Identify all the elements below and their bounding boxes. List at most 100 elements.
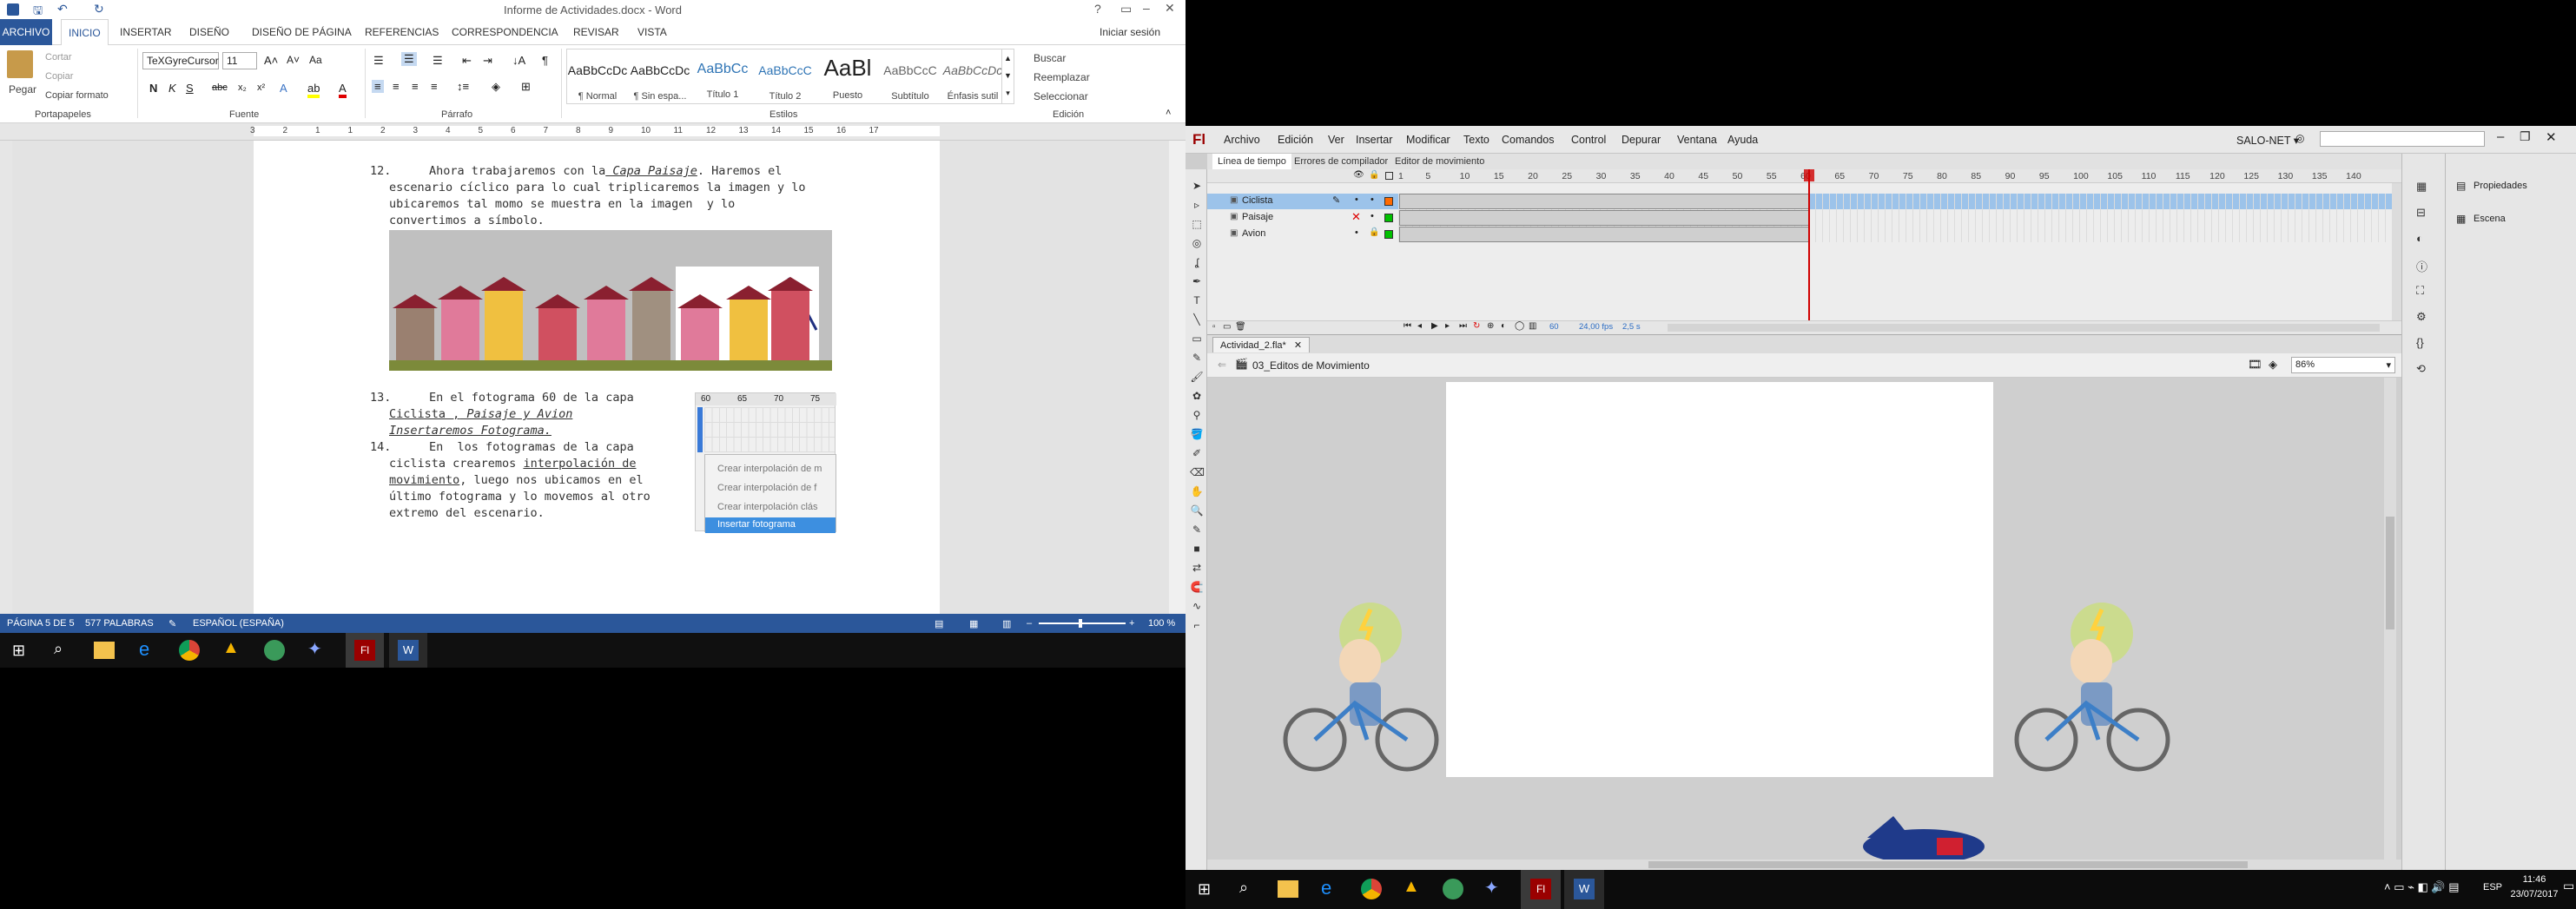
code-snippets-icon[interactable]: {} — [2416, 336, 2424, 349]
cut-button[interactable]: Cortar — [45, 52, 72, 63]
search-icon[interactable]: ⌕ — [54, 640, 63, 658]
style-normal[interactable]: AaBbCcDc ¶ Normal — [567, 55, 628, 107]
back-arrow-icon[interactable]: ⇐ — [1218, 359, 1226, 371]
stage-h-thumb[interactable] — [1648, 861, 2248, 868]
grow-font-icon[interactable]: A˄ — [264, 54, 278, 67]
tab-timeline[interactable]: Línea de tiempo — [1212, 154, 1291, 169]
menu-item-classic-tween[interactable]: Crear interpolación clás — [717, 502, 818, 512]
playhead[interactable] — [1808, 169, 1810, 334]
hand-icon[interactable]: ✋ — [1190, 485, 1204, 497]
align-icon[interactable]: ⊟ — [2416, 206, 2426, 220]
tray-icons[interactable]: ˄ ▭ ⌁ ◧ 🔊 ▤ — [2384, 880, 2460, 894]
tab-insertar[interactable]: INSERTAR — [120, 26, 172, 38]
bird-app-icon[interactable]: ✦ — [1484, 877, 1499, 899]
tab-correspondencia[interactable]: CORRESPONDENCIA — [452, 26, 558, 38]
new-folder-icon[interactable]: ▭ — [1223, 322, 1231, 332]
layer-visible-dot[interactable]: • — [1355, 227, 1358, 238]
layer-paisaje[interactable]: ▣ Paisaje ✕ • — [1207, 210, 1398, 226]
copy-button[interactable]: Copiar — [45, 71, 73, 82]
text-icon[interactable]: T — [1190, 294, 1204, 306]
drive-icon[interactable]: ▲ — [222, 638, 240, 658]
menu-item-insert-frame[interactable]: Insertar fotograma — [705, 517, 836, 533]
tab-motion-editor[interactable]: Editor de movimiento — [1395, 156, 1484, 167]
flash-taskbar-button[interactable]: Fl — [346, 633, 384, 668]
search-icon[interactable]: ⌕ — [1239, 879, 1248, 897]
input-language[interactable]: ESP — [2483, 882, 2502, 893]
edge-icon[interactable]: e — [1321, 877, 1331, 899]
hidden-x-icon[interactable]: ✕ — [1351, 210, 1361, 224]
format-painter-button[interactable]: Copiar formato — [45, 90, 109, 101]
style-title[interactable]: AaBl Puesto — [817, 55, 878, 107]
scene-name[interactable]: 03_Editos de Movimiento — [1252, 359, 1370, 372]
minimize-icon[interactable]: – — [2497, 129, 2504, 144]
sort-icon[interactable]: ↓A — [512, 54, 525, 67]
file-explorer-icon[interactable] — [94, 642, 115, 659]
current-frame[interactable]: 60 — [1549, 322, 1559, 332]
onion-skin-icon[interactable]: ◐ — [1501, 321, 1506, 331]
change-case-icon[interactable]: Aa — [309, 54, 322, 66]
font-color-icon[interactable]: A — [339, 82, 347, 98]
zoom-select[interactable]: 86% ▾ — [2291, 357, 2395, 373]
ribbon-options-icon[interactable]: ▭ — [1120, 2, 1132, 16]
start-icon[interactable]: ⊞ — [12, 642, 25, 660]
menu-comandos[interactable]: Comandos — [1502, 134, 1554, 146]
properties-label[interactable]: Propiedades — [2474, 181, 2527, 191]
underline-icon[interactable]: S — [186, 82, 194, 95]
layer-outline-color[interactable] — [1384, 214, 1393, 222]
transform-icon[interactable]: ⛶ — [2416, 284, 2424, 298]
stage-h-scrollbar[interactable] — [1207, 860, 2401, 870]
goto-last-icon[interactable]: ⏭ — [1459, 321, 1467, 331]
menu-depurar[interactable]: Depurar — [1622, 134, 1661, 146]
timeline-h-scrollbar[interactable] — [1668, 324, 2380, 332]
lock-icon[interactable]: 🔒 — [1369, 227, 1379, 237]
stage-v-thumb[interactable] — [2386, 517, 2394, 629]
select-button[interactable]: Seleccionar — [1034, 90, 1088, 102]
subscript-icon[interactable]: x₂ — [238, 82, 247, 93]
tab-revisar[interactable]: REVISAR — [573, 26, 619, 38]
library-icon[interactable]: ▦ — [2416, 180, 2427, 194]
edit-scene-icon[interactable]: 🎞 — [2248, 358, 2262, 372]
line-icon[interactable]: ╲ — [1190, 313, 1204, 326]
pencil-icon[interactable]: ✎ — [1332, 194, 1340, 206]
chrome-icon[interactable] — [1361, 879, 1382, 899]
span-avion[interactable] — [1399, 227, 1809, 242]
eye-icon[interactable]: 👁 — [1353, 170, 1364, 180]
step-back-icon[interactable]: ◂ — [1417, 321, 1422, 331]
timeline-v-scrollbar[interactable] — [2392, 183, 2401, 320]
tab-vista[interactable]: VISTA — [637, 26, 667, 38]
menu-item-motion-tween[interactable]: Crear interpolación de m — [717, 464, 822, 474]
style-subtle-emphasis[interactable]: AaBbCcDc Énfasis sutil — [942, 55, 1003, 107]
font-size-select[interactable]: 11 — [222, 52, 257, 69]
subselection-tool-icon[interactable]: ▹ — [1190, 199, 1204, 211]
clock-time[interactable]: 11:46 — [2513, 874, 2556, 885]
doc-tab-actividad[interactable]: Actividad_2.fla* ✕ — [1212, 337, 1311, 352]
tab-referencias[interactable]: REFERENCIAS — [365, 26, 439, 38]
layer-lock-dot[interactable]: • — [1371, 194, 1374, 205]
app-icon[interactable] — [264, 640, 285, 661]
word-taskbar-button[interactable]: W — [389, 633, 427, 668]
3d-rotation-icon[interactable]: ◎ — [1190, 237, 1204, 249]
file-explorer-icon[interactable] — [1278, 880, 1298, 898]
swap-colors-icon[interactable]: ⇄ — [1190, 562, 1204, 574]
chrome-icon[interactable] — [179, 640, 200, 661]
zoom-in-icon[interactable]: + — [1129, 618, 1134, 629]
tab-compiler-errors[interactable]: Errores de compilador — [1294, 156, 1388, 167]
elapsed-time[interactable]: 2,5 s — [1622, 322, 1641, 332]
scene-panel-label[interactable]: Escena — [2474, 214, 2506, 224]
vertical-scrollbar[interactable] — [1169, 141, 1186, 614]
line-spacing-icon[interactable]: ↕≡ — [457, 80, 469, 93]
font-name-select[interactable]: TeXGyreCursor — [142, 52, 219, 69]
numbering-icon[interactable]: ☰ — [401, 52, 417, 66]
outline-icon[interactable] — [1385, 172, 1393, 180]
layer-lock-dot[interactable]: • — [1371, 211, 1374, 221]
layer-avion[interactable]: ▣ Avion • 🔒 — [1207, 227, 1398, 242]
minimize-icon[interactable]: – — [1143, 1, 1150, 15]
menu-insertar[interactable]: Insertar — [1356, 134, 1392, 146]
workspace-switcher[interactable]: SALO-NET ▾ — [2236, 134, 2299, 147]
layer-outline-color[interactable] — [1384, 230, 1393, 239]
zoom-slider-thumb[interactable] — [1079, 619, 1082, 628]
restore-icon[interactable]: ❐ — [2520, 129, 2531, 144]
smooth-icon[interactable]: ∿ — [1190, 600, 1204, 612]
tab-archivo[interactable]: ARCHIVO — [0, 19, 52, 45]
word-taskbar-button[interactable]: W — [1564, 870, 1604, 909]
